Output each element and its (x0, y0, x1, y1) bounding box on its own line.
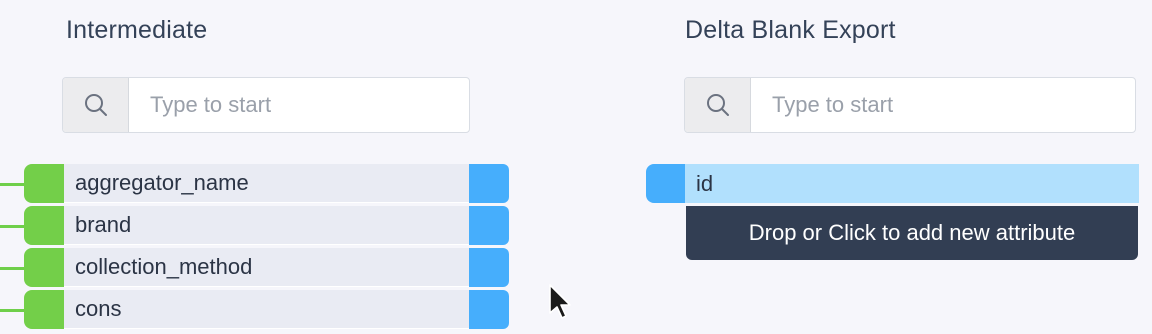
source-connector-handle[interactable] (24, 248, 64, 287)
source-attribute-row[interactable]: brand (24, 206, 509, 245)
source-attribute-row[interactable]: collection_method (24, 248, 509, 287)
source-connector-handle[interactable] (24, 164, 64, 203)
search-icon (84, 94, 107, 116)
target-attribute-row[interactable]: id (646, 164, 1139, 203)
left-panel-title: Intermediate (66, 16, 208, 44)
right-search-box (684, 77, 1136, 133)
search-icon (706, 94, 729, 116)
left-search-box (62, 77, 470, 133)
output-connector-handle[interactable] (469, 164, 509, 203)
left-search-button[interactable] (63, 78, 129, 132)
output-connector-handle[interactable] (469, 206, 509, 245)
source-attribute-row[interactable]: cons (24, 290, 509, 329)
left-search-input[interactable] (129, 78, 469, 132)
right-search-input[interactable] (751, 78, 1135, 132)
source-connector-handle[interactable] (24, 290, 64, 329)
mouse-pointer-icon (549, 284, 571, 319)
attribute-label: cons (64, 290, 469, 329)
attribute-label: brand (64, 206, 469, 245)
source-connector-handle[interactable] (24, 206, 64, 245)
add-attribute-drop-zone[interactable]: Drop or Click to add new attribute (686, 206, 1138, 260)
output-connector-handle[interactable] (469, 290, 509, 329)
attribute-label: collection_method (64, 248, 469, 287)
target-connector-handle[interactable] (646, 164, 685, 203)
attribute-label: id (685, 164, 1139, 203)
right-search-button[interactable] (685, 78, 751, 132)
right-panel-title: Delta Blank Export (685, 16, 896, 44)
source-attribute-row[interactable]: aggregator_name (24, 164, 509, 203)
output-connector-handle[interactable] (469, 248, 509, 287)
attribute-label: aggregator_name (64, 164, 469, 203)
